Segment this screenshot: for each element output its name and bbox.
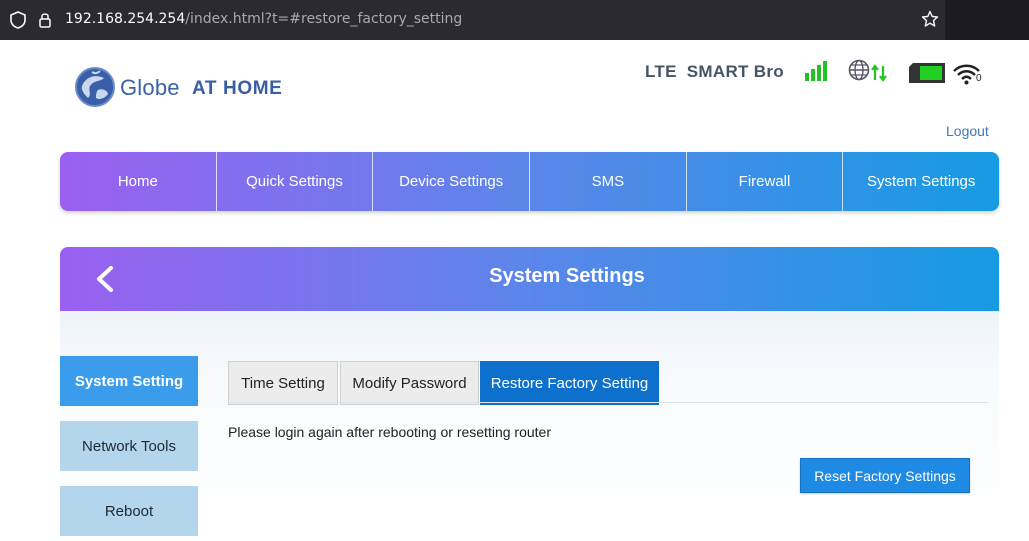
tab-modify-password[interactable]: Modify Password [340,361,479,405]
reset-factory-settings-button[interactable]: Reset Factory Settings [800,458,970,493]
page-title: System Settings [489,265,645,287]
star-icon[interactable] [921,10,939,28]
url-path: /index.html?t=#restore_factory_setting [185,11,463,27]
sidebar-item-reboot[interactable]: Reboot [60,486,198,536]
battery-icon [909,63,945,83]
tab-time-setting[interactable]: Time Setting [228,361,338,405]
main-nav: Home Quick Settings Device Settings SMS … [60,152,999,211]
url-host: 192.168.254.254 [65,11,186,27]
url-text[interactable]: 192.168.254.254/index.html?t=#restore_fa… [65,11,462,27]
globe-logo-icon [75,67,115,107]
nav-quick-settings[interactable]: Quick Settings [217,152,374,211]
sidebar-item-system-setting[interactable]: System Setting [60,356,198,406]
brand-at-home: AT HOME [192,78,283,99]
nav-device-settings[interactable]: Device Settings [373,152,531,211]
shield-icon[interactable] [9,10,27,30]
tab-divider [228,402,988,403]
nav-sms[interactable]: SMS [530,152,687,211]
internet-globe-icon [848,59,887,82]
logout-link[interactable]: Logout [946,123,989,139]
browser-toolbar: 192.168.254.254/index.html?t=#restore_fa… [0,0,1029,40]
nav-home[interactable]: Home [60,152,217,211]
address-bar[interactable]: 192.168.254.254/index.html?t=#restore_fa… [0,0,945,40]
info-message: Please login again after rebooting or re… [228,424,551,440]
nav-system-settings[interactable]: System Settings [843,152,999,211]
lock-icon[interactable] [37,10,53,30]
signal-strength-icon [805,61,827,81]
nav-firewall[interactable]: Firewall [687,152,844,211]
brand-globe: Globe [120,75,180,100]
network-label: LTE SMART Bro [645,62,784,81]
sidebar-item-network-tools[interactable]: Network Tools [60,421,198,471]
tab-restore-factory-setting[interactable]: Restore Factory Setting [480,361,659,405]
wifi-client-count: 0 [976,73,982,84]
